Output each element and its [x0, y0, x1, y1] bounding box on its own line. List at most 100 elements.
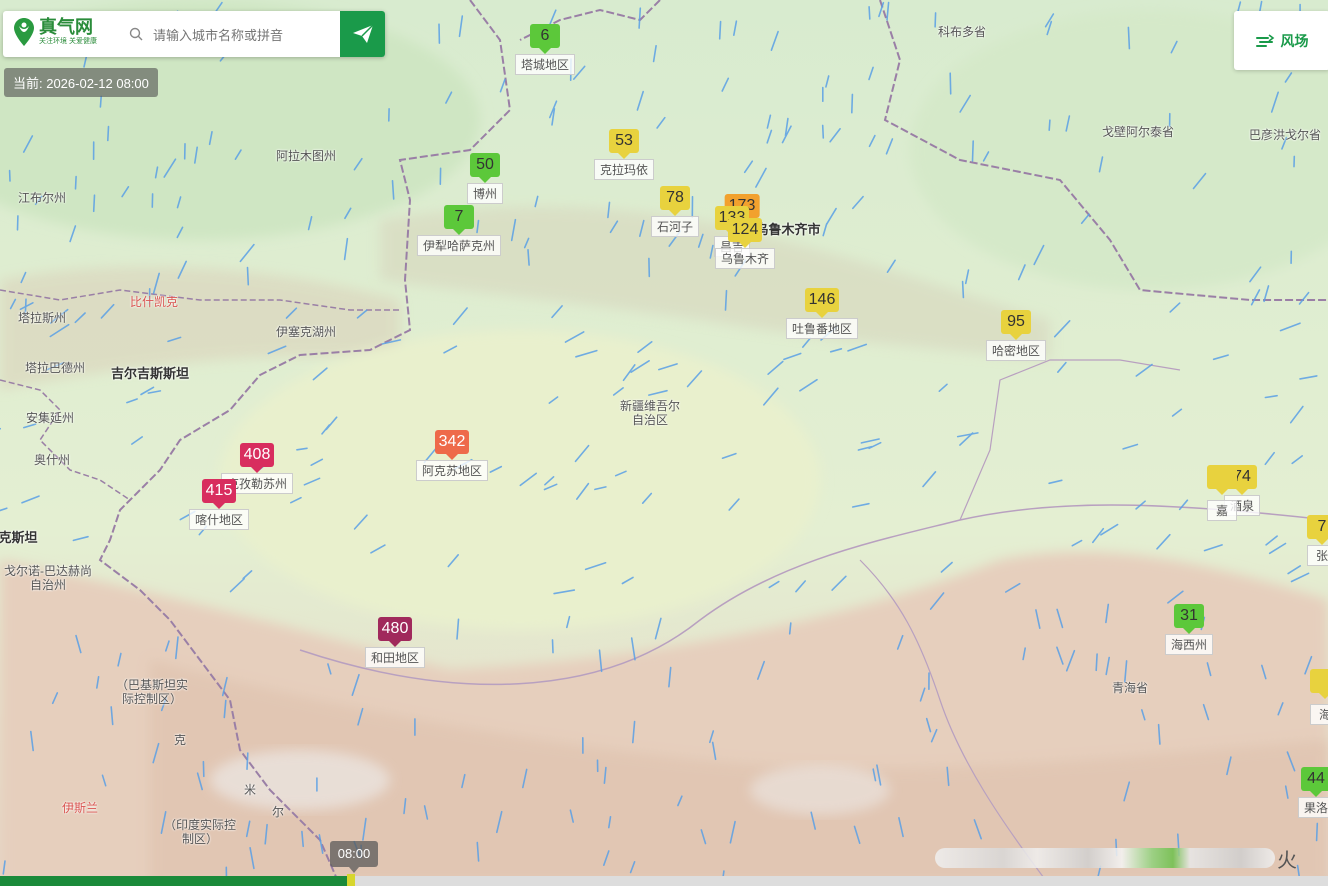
wind-particle [246, 266, 250, 286]
aqi-value-badge: 408 [239, 443, 275, 473]
aqi-color-legend: 火 [935, 846, 1297, 872]
aqi-station-marker[interactable]: 78 石河子 [650, 186, 700, 237]
paper-plane-icon [352, 24, 374, 43]
aqi-value-badge: 44 [1300, 767, 1328, 797]
aqi-value-badge: 53 [608, 129, 639, 159]
search-submit-button[interactable] [340, 11, 385, 57]
place-label: 伊塞克湖州 [275, 325, 337, 339]
station-name-label: 张 [1307, 545, 1328, 566]
aqi-station-marker[interactable]: 146 吐鲁番地区 [785, 288, 859, 339]
wind-particle [246, 752, 249, 771]
place-label: 伊斯兰 [61, 801, 99, 815]
aqi-station-marker[interactable]: 95 哈密地区 [985, 310, 1047, 361]
aqi-station-marker[interactable]: 480 和田地区 [364, 617, 426, 668]
station-name-label: 哈密地区 [985, 340, 1047, 361]
aqi-value-badge: 342 [434, 430, 470, 460]
wind-particle [850, 93, 854, 114]
aqi-station-marker[interactable]: 342 阿克苏地区 [415, 430, 489, 481]
station-name-label: 吐鲁番地区 [785, 318, 859, 339]
wind-particle [527, 249, 530, 266]
wind-particle [1095, 653, 1098, 672]
wind-particle [821, 124, 825, 139]
aqi-station-marker[interactable]: 44 果洛 [1297, 767, 1328, 818]
place-label: 米 [243, 783, 257, 797]
station-name-label: 海 [1310, 704, 1328, 725]
logo-pin-icon [14, 18, 34, 46]
place-label: 吉尔吉斯斯坦 [110, 366, 190, 381]
aqi-value-badge: 7 [1307, 515, 1328, 545]
station-name-label: 阿克苏地区 [415, 460, 489, 481]
station-name-label: 喀什地区 [188, 509, 250, 530]
place-label: （印度实际控制区） [163, 818, 236, 846]
wind-particle [1127, 26, 1131, 50]
place-label: 科布多省 [937, 25, 987, 39]
wind-particle [949, 72, 952, 95]
station-name-label: 海西州 [1164, 634, 1214, 655]
wind-particle [961, 280, 965, 299]
aqi-value-badge: 6 [529, 24, 560, 54]
place-label: 比什凯克 [129, 295, 179, 309]
place-label: 新疆维吾尔自治区 [619, 399, 680, 427]
wind-particle [934, 12, 937, 28]
aqi-station-marker[interactable]: 53 克拉玛依 [593, 129, 655, 180]
logo-name: 真气网 [39, 17, 93, 37]
aqi-station-marker[interactable]: 6 塔城地区 [514, 24, 576, 75]
aqi-station-marker[interactable]: 50 博州 [466, 153, 504, 204]
aqi-value-badge: 31 [1173, 604, 1204, 634]
aqi-station-marker[interactable]: 7张 [1307, 515, 1328, 566]
aqi-value-badge [1207, 465, 1237, 495]
aqi-value-badge: 124 [727, 218, 763, 248]
station-name-label: 果洛 [1297, 797, 1328, 818]
search-panel: 真气网 关注环境 关爱健康 [3, 11, 385, 57]
timeline-knob[interactable] [347, 874, 355, 886]
wind-field-toggle-button[interactable]: 风场 [1234, 11, 1328, 70]
station-name-label: 和田地区 [364, 647, 426, 668]
aqi-value-badge: 95 [1000, 310, 1031, 340]
place-label: 巴彦洪戈尔省 [1248, 128, 1322, 142]
site-logo[interactable]: 真气网 关注环境 关爱健康 [13, 17, 97, 47]
timeline-track[interactable] [0, 876, 1328, 886]
legend-color-strip [935, 848, 1275, 868]
search-icon [129, 27, 143, 41]
place-label: 戈壁阿尔泰省 [1101, 125, 1175, 139]
aqi-value-badge: 146 [804, 288, 840, 318]
wind-field-label: 风场 [1280, 32, 1309, 49]
aqi-value-badge [1310, 669, 1328, 699]
wind-icon [1255, 33, 1274, 47]
city-search-input[interactable] [151, 24, 335, 46]
station-name-label: 石河子 [650, 216, 700, 237]
aqi-station-marker[interactable]: 7 伊犁哈萨克州 [416, 205, 502, 256]
place-label: 安集延州 [25, 411, 75, 425]
wind-particle [1048, 119, 1051, 131]
aqi-station-marker[interactable]: 海 [1310, 669, 1328, 725]
aqi-station-marker[interactable]: 415 喀什地区 [188, 479, 250, 530]
place-label: 尔 [271, 805, 285, 819]
place-label: 阿拉木图州 [275, 149, 337, 163]
station-name-label: 嘉 [1207, 500, 1237, 521]
aqi-value-badge: 78 [659, 186, 690, 216]
station-name-label: 克拉玛依 [593, 159, 655, 180]
aqi-value-badge: 480 [377, 617, 413, 647]
station-name-label: 乌鲁木齐 [714, 248, 776, 269]
aqi-station-marker[interactable]: 124 乌鲁木齐 [714, 218, 776, 269]
wind-particle [92, 194, 96, 213]
wind-particle [788, 622, 792, 635]
aqi-value-badge: 50 [469, 153, 500, 183]
aqi-station-marker[interactable]: 嘉 [1207, 465, 1237, 521]
wind-particle [74, 175, 77, 190]
aqi-station-marker[interactable]: 31 海西州 [1164, 604, 1214, 655]
aqi-value-badge: 7 [443, 205, 474, 235]
place-label: 奥什州 [33, 453, 71, 467]
wind-particle [724, 289, 728, 311]
station-name-label: 塔城地区 [514, 54, 576, 75]
place-label: 塔拉巴德州 [24, 361, 86, 375]
station-name-label: 博州 [466, 183, 504, 204]
aqi-value-badge: 415 [201, 479, 237, 509]
place-label: 克斯坦 [0, 530, 38, 545]
wind-particle [99, 95, 102, 108]
wind-particle [868, 6, 871, 20]
timeline-progress [0, 876, 352, 886]
place-label: 戈尔诺-巴达赫尚自治州 [4, 564, 92, 592]
timeline-time-handle[interactable]: 08:00 [330, 841, 378, 873]
wind-particle [971, 140, 975, 162]
